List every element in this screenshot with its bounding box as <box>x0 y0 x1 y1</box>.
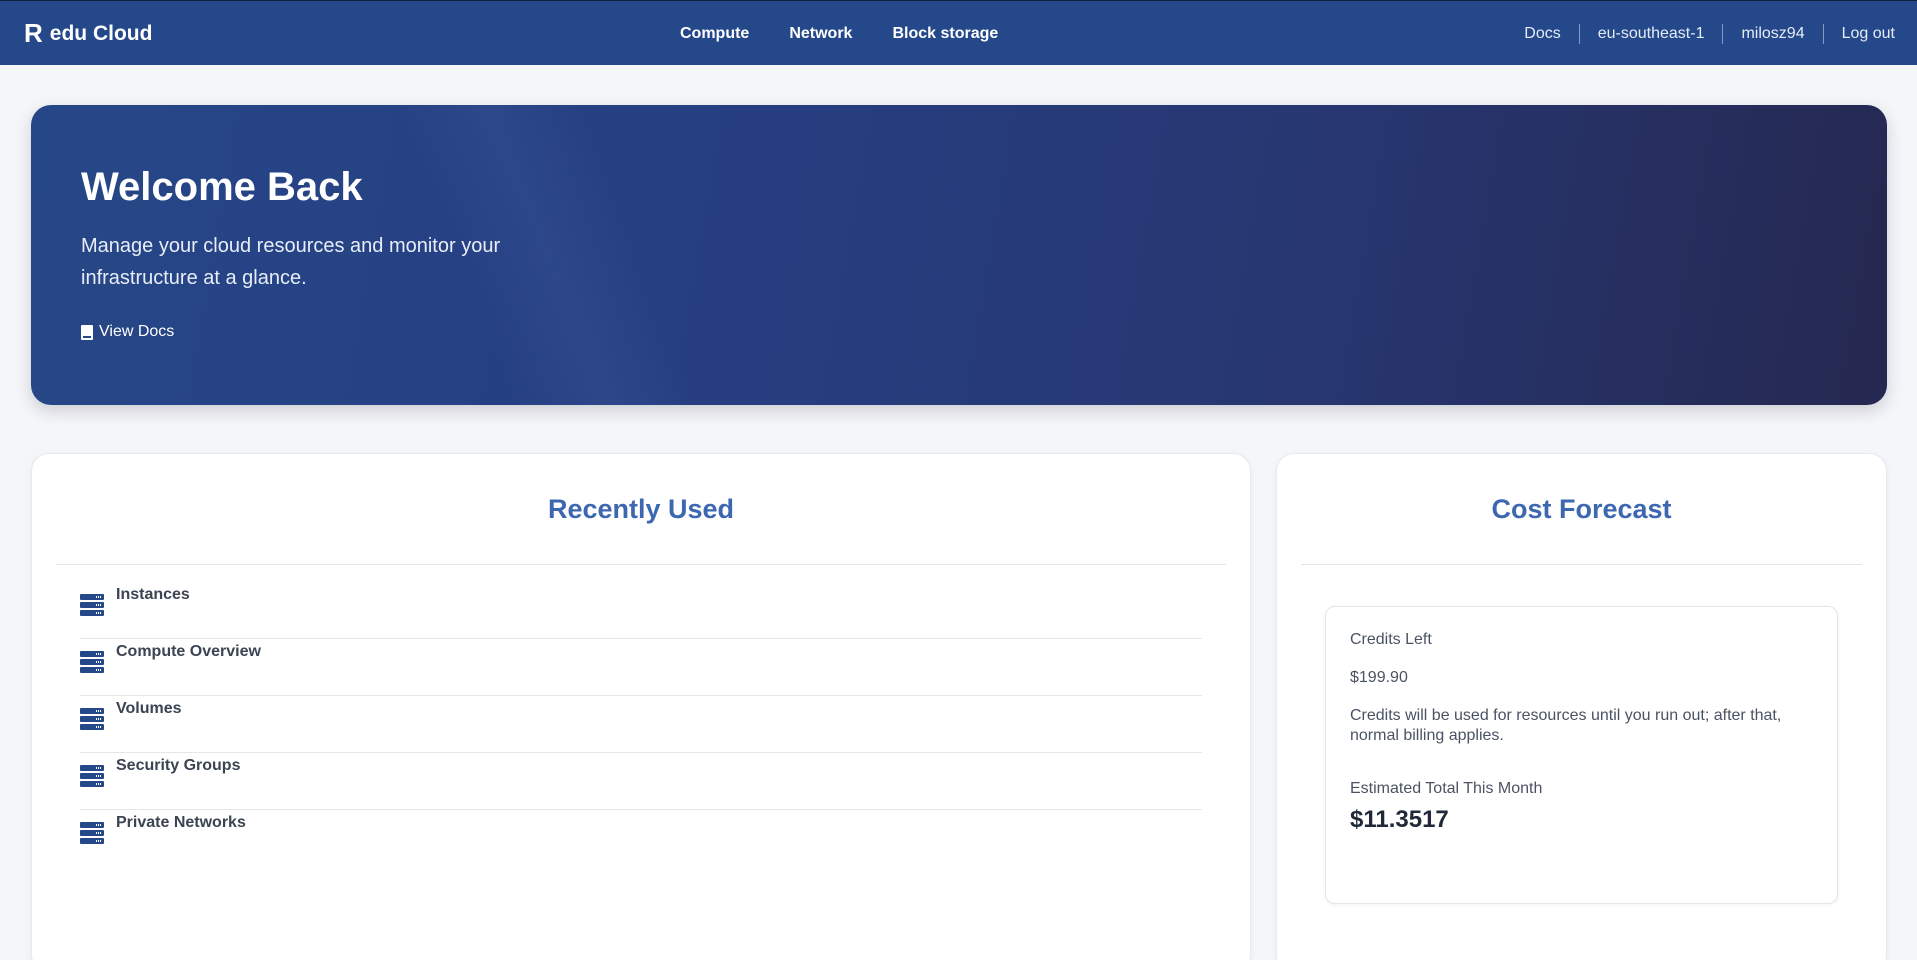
credits-note: Credits will be used for resources until… <box>1350 707 1782 744</box>
user-account[interactable]: milosz94 <box>1723 25 1822 43</box>
recent-item-volumes[interactable]: Volumes <box>80 696 1202 753</box>
welcome-subtitle: Manage your cloud resources and monitor … <box>81 235 501 289</box>
recently-used-card: Recently Used Instances Compute Overview… <box>31 453 1251 960</box>
nav-compute[interactable]: Compute <box>680 25 749 43</box>
recent-item-label: Instances <box>116 586 190 603</box>
server-icon <box>80 765 104 787</box>
view-docs-label: View Docs <box>99 323 175 340</box>
recent-list: Instances Compute Overview Volumes Secur… <box>80 582 1202 867</box>
brand-logo: R <box>24 18 43 48</box>
view-docs-link[interactable]: View Docs <box>81 323 174 341</box>
recent-item-label: Compute Overview <box>116 643 261 660</box>
cost-forecast-card: Cost Forecast Credits Left $199.90 Credi… <box>1276 453 1887 960</box>
brand-name: edu Cloud <box>49 21 153 45</box>
cost-forecast-title: Cost Forecast <box>1301 454 1862 565</box>
server-icon <box>80 651 104 673</box>
nav-network[interactable]: Network <box>789 25 852 43</box>
recent-item-label: Private Networks <box>116 814 246 831</box>
estimated-total-label: Estimated Total This Month <box>1350 780 1543 797</box>
logout-link[interactable]: Log out <box>1824 25 1895 43</box>
server-icon <box>80 708 104 730</box>
nav-block-storage[interactable]: Block storage <box>892 25 998 43</box>
main-nav: Compute Network Block storage <box>680 1 998 66</box>
book-icon <box>81 324 93 340</box>
recent-item-private-networks[interactable]: Private Networks <box>80 810 1202 867</box>
server-icon <box>80 594 104 616</box>
recent-item-label: Security Groups <box>116 757 241 774</box>
estimated-total-value: $11.3517 <box>1350 806 1449 833</box>
welcome-title: Welcome Back <box>81 165 363 209</box>
recently-used-title: Recently Used <box>56 454 1226 565</box>
credits-panel: Credits Left $199.90 Credits will be use… <box>1325 606 1838 904</box>
nav-docs[interactable]: Docs <box>1506 25 1578 43</box>
credits-left-value: $199.90 <box>1350 669 1408 686</box>
recent-item-compute-overview[interactable]: Compute Overview <box>80 639 1202 696</box>
region-selector[interactable]: eu-southeast-1 <box>1580 25 1723 43</box>
user-nav: Docs eu-southeast-1 milosz94 Log out <box>1506 1 1895 66</box>
top-nav-bar: R edu Cloud Compute Network Block storag… <box>0 0 1917 65</box>
recent-item-label: Volumes <box>116 700 182 717</box>
welcome-banner: Welcome Back Manage your cloud resources… <box>31 105 1887 405</box>
server-icon <box>80 822 104 844</box>
credits-left-label: Credits Left <box>1350 631 1432 648</box>
recent-item-security-groups[interactable]: Security Groups <box>80 753 1202 810</box>
recent-item-instances[interactable]: Instances <box>80 582 1202 639</box>
brand[interactable]: R edu Cloud <box>24 1 152 66</box>
